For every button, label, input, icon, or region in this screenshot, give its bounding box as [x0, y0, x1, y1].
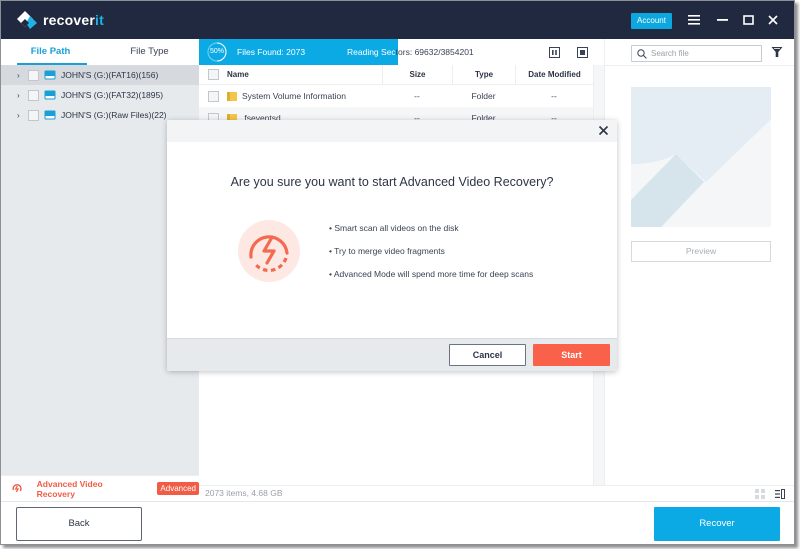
checkbox[interactable]: [28, 69, 39, 81]
feature-item: • Advanced Mode will spend more time for…: [329, 269, 534, 279]
minimize-button[interactable]: [713, 11, 731, 29]
grid-view-icon[interactable]: [755, 489, 765, 499]
chevron-right-icon[interactable]: ›: [17, 71, 25, 80]
advanced-video-recovery-icon: [238, 220, 300, 282]
file-list-header: Name Size Type Date Modified: [199, 64, 593, 85]
feature-item: • Try to merge video fragments: [329, 246, 445, 256]
checkbox[interactable]: [28, 109, 39, 121]
menu-button[interactable]: [685, 11, 703, 29]
tree-item-label: JOHN'S (G:)(FAT32)(1895): [61, 90, 164, 100]
app-name: recoverit: [43, 12, 104, 28]
column-header-date-modified[interactable]: Date Modified: [515, 64, 593, 85]
drive-icon: [44, 90, 56, 100]
feature-item: • Smart scan all videos on the disk: [329, 223, 459, 233]
advanced-badge: Advanced: [157, 482, 199, 495]
app-logo: recoverit: [17, 11, 104, 29]
menu-icon: [688, 15, 700, 25]
tree-item-drive[interactable]: › JOHN'S (G:)(FAT16)(156): [1, 65, 199, 85]
dialog-title: Are you sure you want to start Advanced …: [230, 175, 554, 189]
list-view-icon[interactable]: [775, 489, 785, 499]
maximize-button[interactable]: [739, 11, 757, 29]
search-input[interactable]: Search file: [631, 45, 762, 62]
files-found: Files Found: 2073: [237, 47, 306, 57]
tree-item-label: JOHN'S (G:)(FAT16)(156): [61, 70, 159, 80]
preview-panel: Search file Preview: [604, 39, 794, 485]
items-summary: 2073 items, 4.68 GB: [205, 488, 283, 498]
maximize-icon: [742, 15, 754, 25]
close-icon[interactable]: [598, 125, 609, 136]
back-button[interactable]: Back: [16, 507, 142, 541]
dialog-feature-list: • Smart scan all videos on the disk • Tr…: [329, 223, 533, 292]
scan-progress-bar: 50% Files Found: 2073 Reading Sectors: 6…: [199, 39, 597, 65]
row-checkbox[interactable]: [207, 90, 219, 102]
advanced-video-recovery-dialog: Are you sure you want to start Advanced …: [167, 120, 617, 371]
reading-sectors: Reading Sectors: 69632/3854201: [347, 47, 474, 57]
tree-item-label: JOHN'S (G:)(Raw Files)(22): [61, 110, 167, 120]
tree-item-drive[interactable]: › JOHN'S (G:)(FAT32)(1895): [1, 85, 199, 105]
filter-icon[interactable]: [771, 46, 783, 58]
tab-file-path[interactable]: File Path: [1, 39, 100, 65]
minimize-icon: [716, 19, 728, 21]
divider: [605, 65, 794, 66]
progress-percent: 50%: [209, 48, 224, 55]
checkbox[interactable]: [28, 89, 39, 101]
advanced-recovery-icon: [12, 483, 22, 492]
dialog-header: [167, 120, 617, 142]
advanced-video-recovery-row[interactable]: Advanced Video Recovery Advanced: [1, 475, 199, 501]
chevron-right-icon[interactable]: ›: [17, 91, 25, 100]
app-window: recoverit Account File Path File Type › …: [0, 0, 795, 545]
table-row[interactable]: System Volume Information -- Folder --: [199, 85, 593, 107]
column-header-type[interactable]: Type: [452, 64, 515, 85]
pause-button[interactable]: [549, 47, 560, 58]
column-header-size[interactable]: Size: [382, 64, 452, 85]
file-date: --: [551, 91, 557, 101]
drive-icon: [44, 70, 56, 80]
preview-placeholder-image: [631, 87, 771, 227]
active-tab-indicator: [17, 63, 87, 65]
file-size: --: [414, 91, 420, 101]
chevron-right-icon[interactable]: ›: [17, 111, 25, 120]
close-button[interactable]: [764, 11, 782, 29]
tab-file-type[interactable]: File Type: [100, 39, 199, 65]
search-placeholder: Search file: [651, 49, 689, 58]
cancel-button[interactable]: Cancel: [449, 344, 526, 366]
start-button[interactable]: Start: [533, 344, 610, 366]
advanced-video-recovery-label[interactable]: Advanced Video Recovery: [37, 479, 141, 499]
file-type: Folder: [471, 91, 496, 101]
pause-icon: [552, 50, 557, 55]
title-bar: recoverit Account: [1, 1, 794, 39]
close-icon: [768, 15, 778, 25]
stop-icon: [580, 50, 585, 55]
stop-button[interactable]: [577, 47, 588, 58]
account-button[interactable]: Account: [631, 13, 672, 29]
search-icon: [637, 48, 647, 59]
drive-icon: [44, 110, 56, 120]
recover-button[interactable]: Recover: [654, 507, 780, 541]
sidebar-tabs: File Path File Type: [1, 39, 199, 65]
folder-icon: [227, 92, 237, 101]
select-all-checkbox[interactable]: [207, 69, 219, 80]
column-header-name[interactable]: Name: [227, 70, 382, 79]
dialog-footer: Cancel Start: [167, 338, 617, 371]
file-name: System Volume Information: [242, 91, 346, 101]
preview-button[interactable]: Preview: [631, 241, 771, 262]
recoverit-logo-icon: [17, 11, 37, 29]
status-bar: 2073 items, 4.68 GB: [199, 485, 794, 501]
